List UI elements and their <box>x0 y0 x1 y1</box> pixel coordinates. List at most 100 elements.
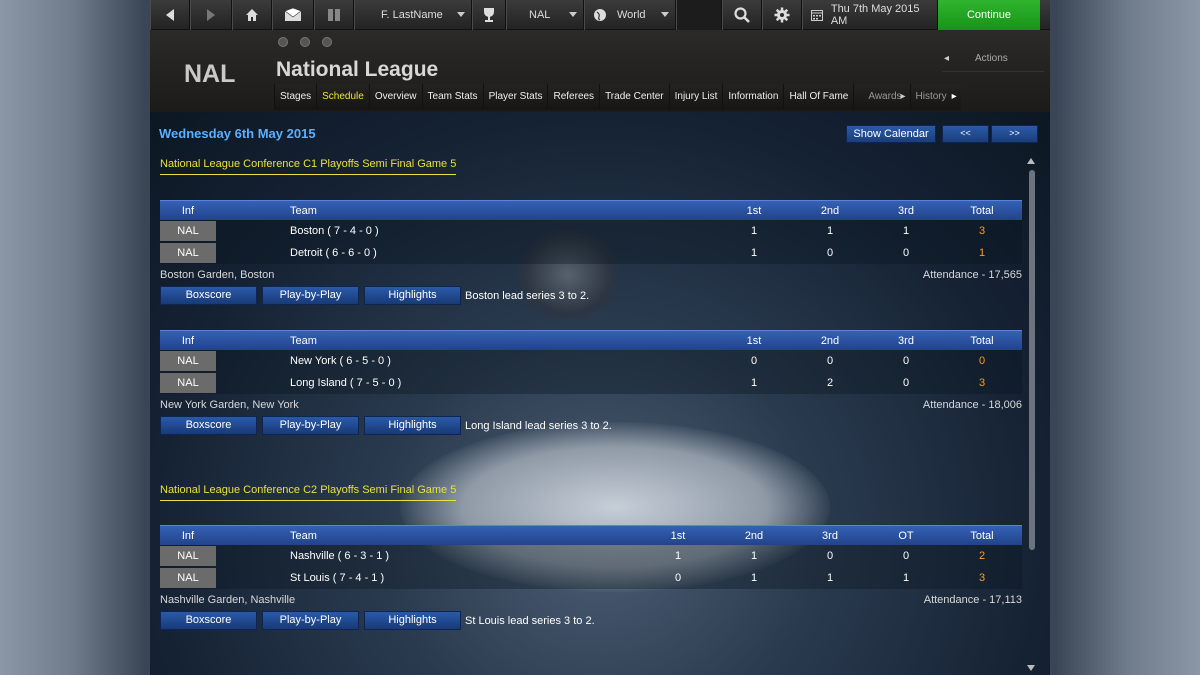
tab-player-stats[interactable]: Player Stats <box>482 84 548 110</box>
chevron-left-icon: ◂ <box>944 53 950 64</box>
scrollbar-thumb[interactable] <box>1029 170 1035 550</box>
league-badge[interactable]: NAL <box>160 546 216 566</box>
column-header[interactable]: 3rd <box>800 526 860 545</box>
league-badge[interactable]: NAL <box>160 351 216 371</box>
actions-menu[interactable]: ◂ Actions <box>942 46 1044 72</box>
tab-stages[interactable]: Stages <box>274 84 317 110</box>
schedule-date: Wednesday 6th May 2015 <box>159 126 316 141</box>
team-row[interactable]: NAL Boston ( 7 - 4 - 0 ) 1 1 1 3 <box>160 220 1022 242</box>
profile-dropdown[interactable]: F. LastName <box>354 0 472 30</box>
play-by-play-button[interactable]: Play-by-Play <box>262 416 359 435</box>
tab-overview[interactable]: Overview <box>368 84 422 110</box>
settings-button[interactable] <box>762 0 802 30</box>
column-header[interactable]: 1st <box>724 201 784 220</box>
column-header[interactable]: 3rd <box>876 331 936 350</box>
column-header[interactable]: Total <box>952 201 1012 220</box>
boxscore-button[interactable]: Boxscore <box>160 286 257 305</box>
column-header[interactable]: Team <box>290 526 317 545</box>
scroll-up-icon[interactable] <box>1027 158 1035 164</box>
tab-history[interactable]: History ▸ <box>909 84 961 110</box>
team-row[interactable]: NAL Nashville ( 6 - 3 - 1 ) 1 1 0 0 2 <box>160 545 1022 567</box>
boxscore-button[interactable]: Boxscore <box>160 611 257 630</box>
team-name[interactable]: Long Island ( 7 - 5 - 0 ) <box>290 372 401 394</box>
venue-label: Nashville Garden, Nashville <box>160 594 296 606</box>
team-row[interactable]: NAL St Louis ( 7 - 4 - 1 ) 0 1 1 1 3 <box>160 567 1022 589</box>
team-name[interactable]: Nashville ( 6 - 3 - 1 ) <box>290 545 389 567</box>
scorebox-table: Inf Team 1st 2nd 3rd OT Total NAL Nashville ( 6 … <box>160 525 1022 589</box>
column-header[interactable]: 2nd <box>800 201 860 220</box>
section-title: National League Conference C1 Playoffs S… <box>160 158 457 175</box>
tab-information[interactable]: Information <box>722 84 784 110</box>
team-row[interactable]: NAL Long Island ( 7 - 5 - 0 ) 1 2 0 3 <box>160 372 1022 394</box>
tab-awards[interactable]: Awards ▸ <box>853 84 910 110</box>
league-badge[interactable]: NAL <box>160 221 216 241</box>
league-header: NAL National League ◂ Actions Stages Sch… <box>150 30 1050 112</box>
league-dropdown[interactable]: NAL <box>506 0 584 30</box>
team-name[interactable]: New York ( 6 - 5 - 0 ) <box>290 350 391 372</box>
team-row[interactable]: NAL New York ( 6 - 5 - 0 ) 0 0 0 0 <box>160 350 1022 372</box>
team-name[interactable]: St Louis ( 7 - 4 - 1 ) <box>290 567 384 589</box>
forward-button[interactable] <box>190 0 232 30</box>
boxscore-button[interactable]: Boxscore <box>160 416 257 435</box>
league-badge[interactable]: NAL <box>160 243 216 263</box>
scorebox-table: Inf Team 1st 2nd 3rd Total NAL New York ( 6 - 5… <box>160 330 1022 394</box>
column-header[interactable]: Inf <box>160 201 216 220</box>
home-button[interactable] <box>232 0 272 30</box>
attendance-label: Attendance - 17,565 <box>922 269 1022 281</box>
search-icon <box>734 7 750 23</box>
column-header[interactable]: Inf <box>160 331 216 350</box>
column-header[interactable]: Total <box>952 526 1012 545</box>
team-row[interactable]: NAL Detroit ( 6 - 6 - 0 ) 1 0 0 1 <box>160 242 1022 264</box>
period-score: 1 <box>826 572 834 584</box>
book-button[interactable] <box>314 0 354 30</box>
tab-injury-list[interactable]: Injury List <box>668 84 723 110</box>
column-header[interactable]: Team <box>290 201 317 220</box>
tab-referees[interactable]: Referees <box>547 84 600 110</box>
column-header[interactable]: Team <box>290 331 317 350</box>
highlights-button[interactable]: Highlights <box>364 611 461 630</box>
header-dots <box>278 37 332 47</box>
period-score: 0 <box>674 572 682 584</box>
scroll-down-icon[interactable] <box>1027 665 1035 671</box>
column-header[interactable]: Inf <box>160 526 216 545</box>
search-button[interactable] <box>722 0 762 30</box>
column-header[interactable]: 3rd <box>876 201 936 220</box>
tab-schedule[interactable]: Schedule <box>316 84 369 110</box>
play-by-play-button[interactable]: Play-by-Play <box>262 611 359 630</box>
gear-icon <box>774 7 790 23</box>
region-dropdown[interactable]: World <box>584 0 676 30</box>
column-header[interactable]: 2nd <box>800 331 860 350</box>
column-header[interactable]: 1st <box>648 526 708 545</box>
total-score: 3 <box>978 572 986 584</box>
tab-team-stats[interactable]: Team Stats <box>421 84 483 110</box>
highlights-button[interactable]: Highlights <box>364 286 461 305</box>
team-name[interactable]: Boston ( 7 - 4 - 0 ) <box>290 220 379 242</box>
prev-day-button[interactable]: << <box>942 125 989 143</box>
highlights-button[interactable]: Highlights <box>364 416 461 435</box>
column-header[interactable]: 2nd <box>724 526 784 545</box>
scorebox-table: Inf Team 1st 2nd 3rd Total NAL Boston ( 7 - 4 -… <box>160 200 1022 264</box>
period-score: 0 <box>750 355 758 367</box>
play-by-play-button[interactable]: Play-by-Play <box>262 286 359 305</box>
tab-hall-of-fame[interactable]: Hall Of Fame <box>783 84 854 110</box>
league-badge[interactable]: NAL <box>160 373 216 393</box>
back-button[interactable] <box>150 0 190 30</box>
team-name[interactable]: Detroit ( 6 - 6 - 0 ) <box>290 242 377 264</box>
show-calendar-button[interactable]: Show Calendar <box>846 125 936 143</box>
datetime-display[interactable]: Thu 7th May 2015 AM <box>802 0 938 30</box>
scorebox-header: Inf Team 1st 2nd 3rd OT Total <box>160 525 1022 545</box>
tab-awards-label: Awards <box>868 91 902 102</box>
tab-trade-center[interactable]: Trade Center <box>599 84 669 110</box>
column-header[interactable]: 1st <box>724 331 784 350</box>
league-nav: Stages Schedule Overview Team Stats Play… <box>274 84 961 110</box>
next-day-button[interactable]: >> <box>991 125 1038 143</box>
league-badge[interactable]: NAL <box>160 568 216 588</box>
inbox-button[interactable] <box>272 0 314 30</box>
dot-icon <box>300 37 310 47</box>
trophy-button[interactable] <box>472 0 506 30</box>
column-header[interactable]: Total <box>952 331 1012 350</box>
column-header[interactable]: OT <box>876 526 936 545</box>
continue-button[interactable]: Continue <box>938 0 1040 30</box>
period-score: 0 <box>902 550 910 562</box>
period-score: 1 <box>674 550 682 562</box>
